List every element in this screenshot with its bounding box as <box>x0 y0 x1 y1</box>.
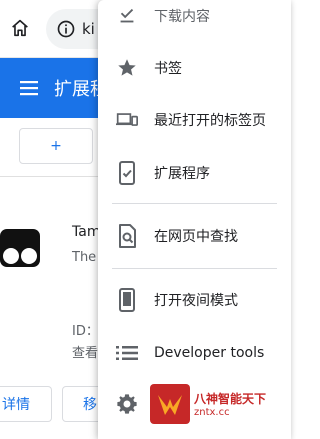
watermark-url: zntx.cc <box>194 407 230 418</box>
watermark-logo <box>150 384 190 424</box>
home-icon <box>12 19 28 37</box>
menu-item-extensions[interactable]: 扩展程序 <box>98 151 291 195</box>
download-check-icon <box>116 5 138 27</box>
menu-separator <box>112 203 277 204</box>
url-text: ki <box>82 20 95 38</box>
star-icon <box>116 57 138 79</box>
menu-item-label: 最近打开的标签页 <box>154 113 266 129</box>
menu-item-label: 扩展程序 <box>154 166 210 182</box>
overflow-menu: 下载内容 书签 最近打开的标签页 扩展程序 在网页中查找 打开夜间模式 Deve… <box>98 0 291 439</box>
details-button[interactable]: 详情 <box>0 386 52 422</box>
add-button[interactable]: + <box>19 128 93 164</box>
extension-phone-icon <box>116 161 138 185</box>
menu-item-label: 下载内容 <box>154 9 210 25</box>
watermark-text: 八神智能天下 zntx.cc <box>194 390 266 418</box>
find-in-page-icon <box>116 224 138 248</box>
extension-view-label: 查看 <box>72 346 99 361</box>
menu-item-label: 打开夜间模式 <box>154 293 238 309</box>
watermark-title: 八神智能天下 <box>194 392 267 406</box>
gear-icon <box>116 393 138 415</box>
info-icon[interactable] <box>56 19 76 39</box>
menu-item-developer-tools[interactable]: Developer tools <box>98 331 291 375</box>
devices-icon <box>116 109 138 131</box>
menu-item-bookmarks[interactable]: 书签 <box>98 46 291 90</box>
menu-separator <box>112 268 277 269</box>
menu-item-label: 在网页中查找 <box>154 229 238 245</box>
extension-logo <box>0 229 40 267</box>
extension-description: The <box>72 250 97 265</box>
extension-name: Tam <box>72 224 101 240</box>
menu-item-find-in-page[interactable]: 在网页中查找 <box>98 214 291 258</box>
list-icon <box>116 342 138 364</box>
menu-item-downloads[interactable]: 下载内容 <box>98 0 291 38</box>
menu-item-label: 书签 <box>154 61 182 77</box>
extension-id-label: ID： <box>72 324 99 339</box>
home-button[interactable] <box>6 14 34 42</box>
watermark: 八神智能天下 zntx.cc <box>150 384 288 424</box>
menu-item-label: Developer tools <box>154 345 265 361</box>
phone-icon <box>116 288 138 312</box>
menu-item-night-mode[interactable]: 打开夜间模式 <box>98 278 291 322</box>
hamburger-menu-icon[interactable] <box>20 79 38 97</box>
menu-item-recent-tabs[interactable]: 最近打开的标签页 <box>98 98 291 142</box>
